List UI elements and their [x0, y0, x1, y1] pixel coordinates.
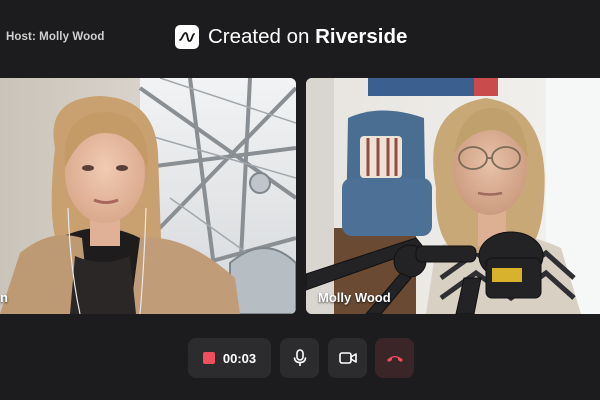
host-label: Host: Molly Wood — [6, 31, 105, 43]
riverside-logo-icon — [175, 25, 199, 49]
record-timer: 00:03 — [222, 350, 257, 366]
camera-icon — [338, 352, 357, 364]
participant-name-host: Molly Wood — [318, 290, 391, 305]
video-tile-host[interactable]: Molly Wood — [306, 78, 600, 314]
host-video-feed — [306, 78, 600, 314]
brand-text: Created on Riverside — [208, 25, 407, 49]
end-call-icon — [386, 356, 403, 362]
record-icon — [202, 352, 215, 364]
brand-watermark: Created on Riverside — [175, 24, 407, 50]
end-call-button[interactable] — [375, 338, 414, 378]
record-button[interactable]: 00:03 — [188, 338, 271, 378]
camera-button[interactable] — [328, 338, 367, 378]
brand-name: Riverside — [315, 25, 408, 48]
brand-prefix: Created on — [208, 25, 316, 48]
guest-video-feed — [0, 78, 296, 314]
microphone-button[interactable] — [280, 338, 319, 378]
top-bar: Host: Molly Wood Created on Riverside — [0, 0, 600, 78]
microphone-icon — [293, 349, 306, 366]
call-controls: 00:03 — [0, 338, 600, 378]
participant-name-guest: n — [0, 290, 8, 305]
video-tile-guest[interactable]: n — [0, 78, 296, 314]
